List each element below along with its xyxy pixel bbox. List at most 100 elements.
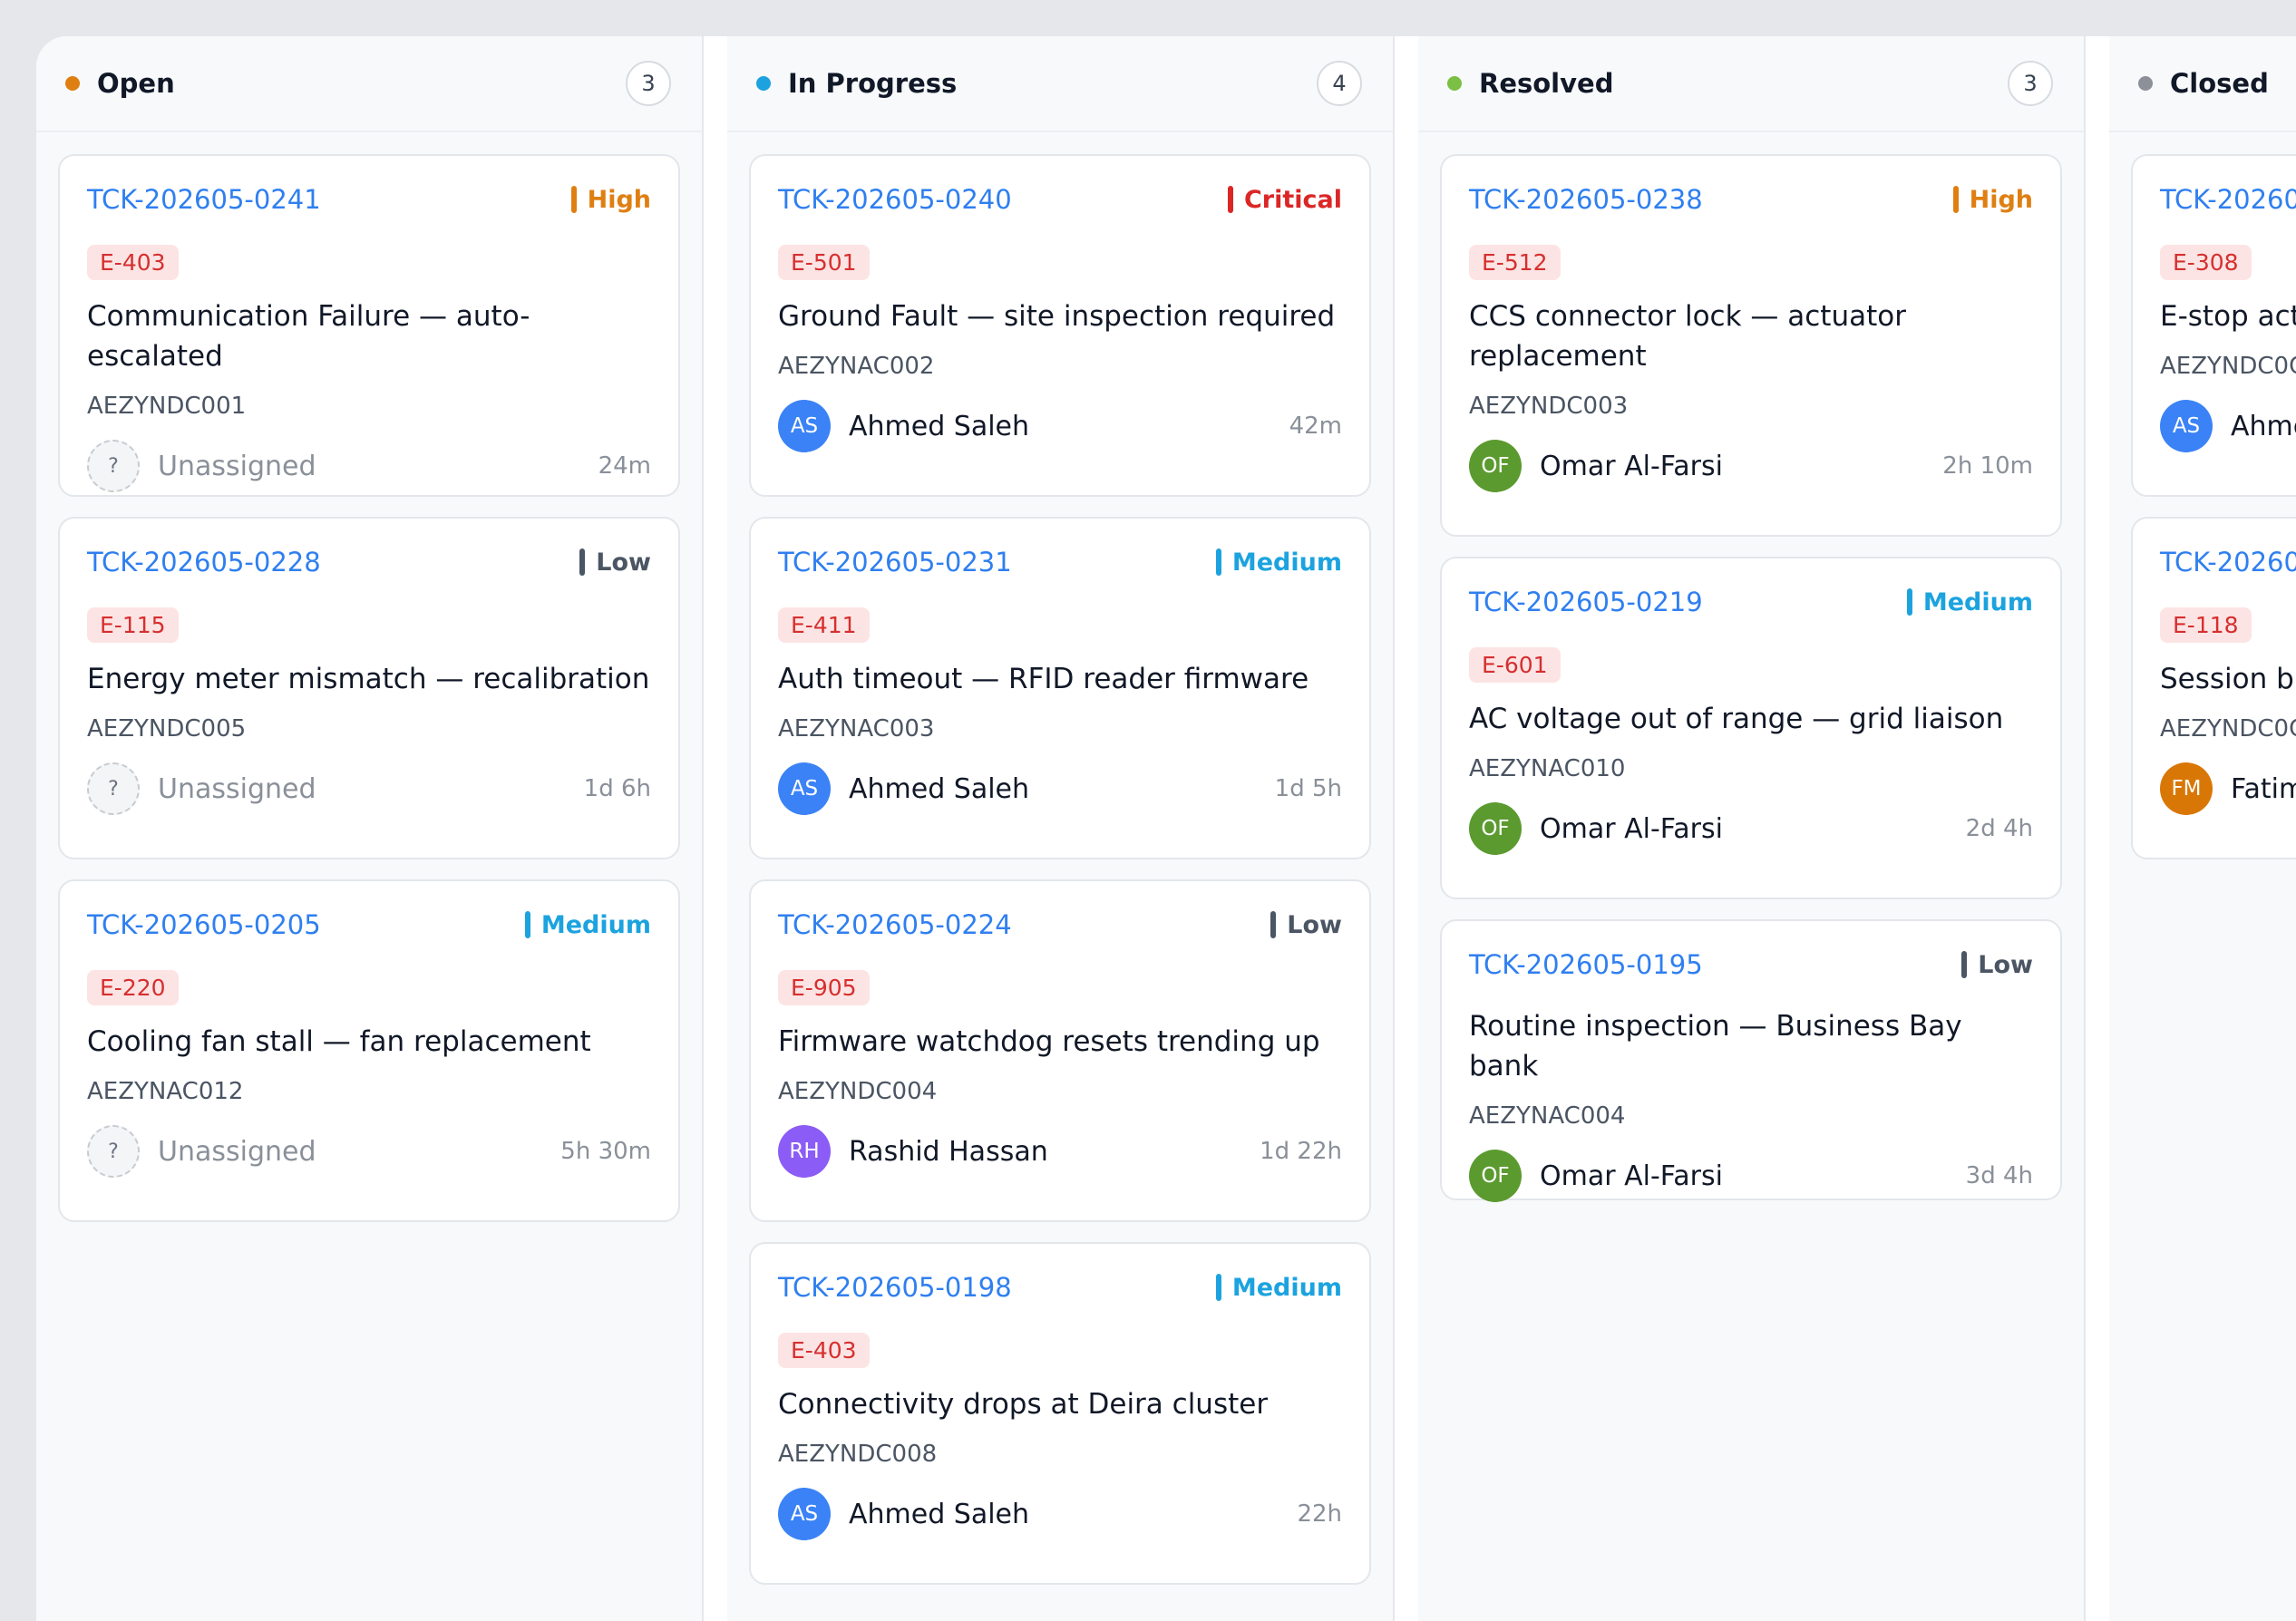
charger-id: AEZYNDC004: [778, 1078, 938, 1105]
assignee-name: Omar Al-Farsi: [1540, 450, 1723, 482]
error-code-tag: E-905: [778, 970, 870, 1005]
ticket-title: Firmware watchdog resets trending up: [778, 1025, 1320, 1058]
priority-label: Critical: [1243, 185, 1342, 214]
status-dot: [756, 76, 771, 91]
ticket-title: AC voltage out of range — grid liaison: [1469, 703, 2004, 735]
ticket-title: Communication Failure — auto-escalated: [87, 300, 530, 373]
priority-label: Low: [1978, 950, 2033, 979]
ticket-card[interactable]: TCK-202605-0240 Critical E-501 Ground Fa…: [749, 154, 1371, 497]
charger-id: AEZYNDC003: [1469, 393, 1629, 420]
charger-id: AEZYNAC010: [1469, 755, 1626, 782]
priority-badge: High: [1952, 185, 2033, 214]
ticket-age: 2h 10m: [1942, 452, 2033, 480]
ticket-card[interactable]: TCK-202605-0198 Medium E-403 Connectivit…: [749, 1242, 1371, 1585]
priority-badge: Medium: [1215, 548, 1342, 577]
column-resolved: Resolved 3 TCK-202605-0238 High E-512 CC…: [1418, 36, 2086, 1621]
assignee-name: Omar Al-Farsi: [1540, 1160, 1723, 1192]
ticket-title: Session bil: [2160, 663, 2296, 695]
ticket-id-link[interactable]: TCK-202605-0241: [87, 184, 321, 215]
priority-badge: Medium: [524, 910, 651, 939]
avatar: OF: [1469, 802, 1522, 855]
charger-id: AEZYNDC0C: [2160, 353, 2296, 380]
priority-bar-icon: [1952, 186, 1959, 213]
ticket-age: 1d 5h: [1274, 775, 1342, 802]
ticket-card[interactable]: TCK-202605-0231 Medium E-411 Auth timeou…: [749, 517, 1371, 859]
ticket-id-link[interactable]: TCK-202605-0195: [1469, 949, 1703, 980]
ticket-age: 3d 4h: [1965, 1162, 2033, 1189]
ticket-id-link[interactable]: TCK-202605-0228: [87, 547, 321, 578]
priority-label: Low: [596, 548, 651, 577]
assignee-name: Rashid Hassan: [849, 1135, 1048, 1168]
charger-id: AEZYNDC0C: [2160, 715, 2296, 743]
unassigned-avatar-icon: ?: [87, 440, 140, 492]
ticket-title: Routine inspection — Business Bay bank: [1469, 1010, 1962, 1082]
ticket-card[interactable]: TCK-20260 E-308 E-stop act AEZYNDC0C AS …: [2131, 154, 2296, 497]
charger-id: AEZYNDC005: [87, 715, 247, 743]
priority-label: Medium: [1231, 1273, 1342, 1302]
priority-label: Low: [1287, 910, 1342, 939]
assignee-name: Fatim: [2231, 772, 2296, 805]
status-dot: [2138, 76, 2153, 91]
charger-id: AEZYNAC012: [87, 1078, 244, 1105]
error-code-tag: E-308: [2160, 245, 2252, 280]
assignee-name: Unassigned: [158, 450, 316, 482]
assignee-name: Ahmed Saleh: [849, 772, 1030, 805]
charger-id: AEZYNAC003: [778, 715, 935, 743]
status-dot: [1447, 76, 1462, 91]
column-header: In Progress 4: [727, 36, 1393, 132]
ticket-card[interactable]: TCK-202605-0241 High E-403 Communication…: [58, 154, 680, 497]
unassigned-avatar-icon: ?: [87, 1125, 140, 1178]
count-badge: 4: [1317, 61, 1362, 106]
priority-label: Medium: [540, 910, 651, 939]
charger-id: AEZYNDC001: [87, 393, 247, 420]
priority-label: High: [1969, 185, 2033, 214]
ticket-id-link[interactable]: TCK-20260: [2160, 184, 2296, 215]
assignee-name: Unassigned: [158, 772, 316, 805]
priority-badge: Low: [579, 548, 651, 577]
ticket-id-link[interactable]: TCK-202605-0224: [778, 909, 1012, 940]
error-code-tag: E-403: [87, 245, 179, 280]
priority-badge: Low: [1270, 911, 1342, 939]
ticket-card[interactable]: TCK-202605-0238 High E-512 CCS connector…: [1440, 154, 2062, 537]
kanban-board: Open 3 TCK-202605-0241 High E-403 Commun…: [36, 36, 2296, 1621]
error-code-tag: E-501: [778, 245, 870, 280]
ticket-card[interactable]: TCK-202605-0219 Medium E-601 AC voltage …: [1440, 557, 2062, 899]
ticket-age: 22h: [1297, 1500, 1342, 1528]
ticket-title: Energy meter mismatch — recalibration: [87, 663, 650, 695]
charger-id: AEZYNAC002: [778, 353, 935, 380]
ticket-title: Auth timeout — RFID reader firmware: [778, 663, 1309, 695]
avatar: RH: [778, 1125, 831, 1178]
ticket-card[interactable]: TCK-202605-0205 Medium E-220 Cooling fan…: [58, 879, 680, 1222]
ticket-card[interactable]: TCK-202605-0224 Low E-905 Firmware watch…: [749, 879, 1371, 1222]
priority-bar-icon: [1215, 548, 1221, 576]
ticket-id-link[interactable]: TCK-202605-0238: [1469, 184, 1703, 215]
ticket-age: 24m: [598, 452, 651, 480]
column-closed: Closed TCK-20260 E-308 E-stop act AEZYND…: [2109, 36, 2296, 1621]
error-code-tag: E-220: [87, 970, 179, 1005]
ticket-id-link[interactable]: TCK-202605-0198: [778, 1272, 1012, 1303]
ticket-id-link[interactable]: TCK-202605-0240: [778, 184, 1012, 215]
ticket-id-link[interactable]: TCK-202605-0219: [1469, 587, 1703, 617]
unassigned-avatar-icon: ?: [87, 762, 140, 815]
column-open: Open 3 TCK-202605-0241 High E-403 Commun…: [36, 36, 704, 1621]
ticket-id-link[interactable]: TCK-202605-0205: [87, 909, 321, 940]
ticket-card[interactable]: TCK-202605-0228 Low E-115 Energy meter m…: [58, 517, 680, 859]
ticket-age: 1d 22h: [1260, 1138, 1342, 1165]
priority-badge: Medium: [1906, 588, 2033, 616]
column-title: In Progress: [788, 68, 958, 99]
ticket-id-link[interactable]: TCK-202605-0231: [778, 547, 1012, 578]
charger-id: AEZYNDC008: [778, 1441, 938, 1468]
ticket-id-link[interactable]: TCK-20260: [2160, 547, 2296, 578]
error-code-tag: E-118: [2160, 607, 2252, 643]
priority-bar-icon: [1227, 186, 1233, 213]
ticket-card[interactable]: TCK-20260 E-118 Session bil AEZYNDC0C FM…: [2131, 517, 2296, 859]
avatar: AS: [2160, 400, 2213, 452]
ticket-age: 5h 30m: [560, 1138, 651, 1165]
status-dot: [65, 76, 80, 91]
ticket-title: Ground Fault — site inspection required: [778, 300, 1336, 333]
ticket-card[interactable]: TCK-202605-0195 Low Routine inspection —…: [1440, 919, 2062, 1202]
priority-bar-icon: [1906, 588, 1912, 616]
error-code-tag: E-601: [1469, 647, 1561, 683]
assignee-name: Omar Al-Farsi: [1540, 812, 1723, 845]
ticket-title: CCS connector lock — actuator replacemen…: [1469, 300, 1906, 373]
